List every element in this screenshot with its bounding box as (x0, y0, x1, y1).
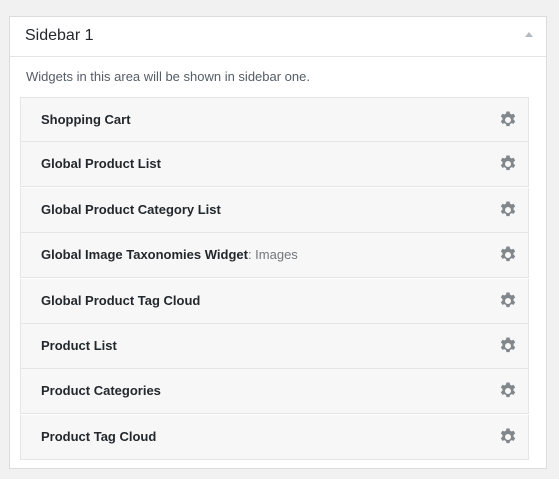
widget-item-product-list[interactable]: Product List (20, 323, 529, 369)
gear-icon[interactable] (498, 291, 518, 311)
gear-icon[interactable] (498, 381, 518, 401)
widget-title: Product List (41, 337, 117, 353)
widget-title: Product Tag Cloud (41, 428, 157, 444)
widget-item-shopping-cart[interactable]: Shopping Cart (20, 97, 529, 142)
gear-icon[interactable] (498, 336, 518, 356)
widget-item-global-image-taxonomies[interactable]: Global Image Taxonomies Widget: Images (20, 233, 529, 279)
widget-title: Global Product Category List (41, 201, 221, 217)
sidebar-header[interactable]: Sidebar 1 (10, 17, 546, 57)
collapse-arrow-icon[interactable] (525, 32, 533, 37)
gear-icon[interactable] (498, 427, 518, 447)
gear-icon[interactable] (498, 200, 518, 220)
widget-title: Global Product List (41, 156, 161, 172)
sidebar-title: Sidebar 1 (25, 27, 94, 44)
gear-icon[interactable] (498, 154, 518, 174)
widget-item-global-product-tag-cloud[interactable]: Global Product Tag Cloud (20, 278, 529, 324)
sidebar-description: Widgets in this area will be shown in si… (26, 69, 310, 84)
widget-title: Product Categories (41, 383, 161, 399)
widget-item-global-product-list[interactable]: Global Product List (20, 142, 529, 188)
widget-item-global-product-category-list[interactable]: Global Product Category List (20, 187, 529, 233)
gear-icon[interactable] (498, 110, 518, 130)
widget-item-product-tag-cloud[interactable]: Product Tag Cloud (20, 414, 529, 460)
gear-icon[interactable] (498, 245, 518, 265)
widget-list: Shopping Cart Global Product List Global… (20, 97, 529, 460)
widget-title: Global Product Tag Cloud (41, 292, 201, 308)
widget-title: Shopping Cart (41, 112, 131, 127)
sidebar-panel: Sidebar 1 Widgets in this area will be s… (9, 16, 547, 469)
widget-title: Global Image Taxonomies Widget: Images (41, 247, 298, 263)
widget-item-product-categories[interactable]: Product Categories (20, 369, 529, 415)
